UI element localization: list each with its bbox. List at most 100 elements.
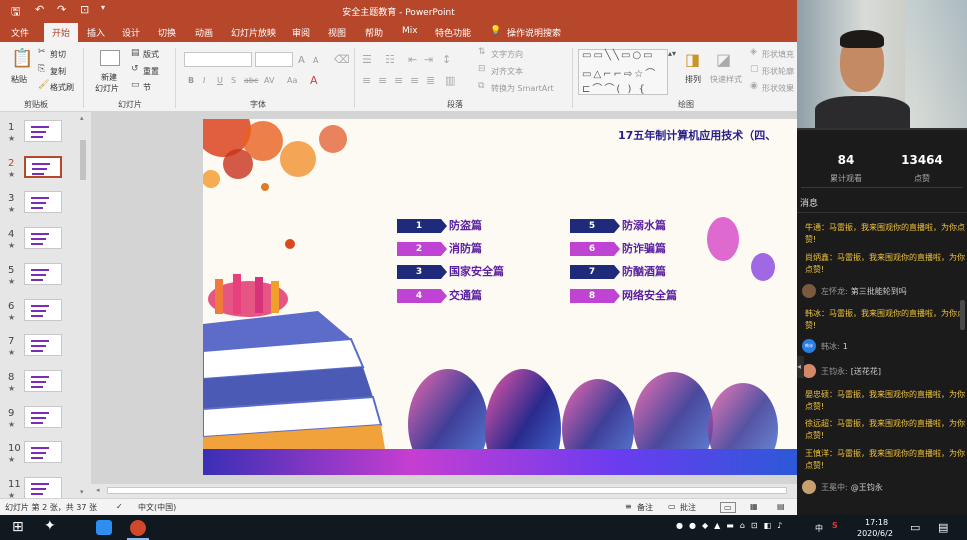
arrange-button[interactable]: 排列 xyxy=(685,74,701,85)
ime-indicator[interactable]: 中 xyxy=(815,523,823,534)
bullets-icon[interactable]: ☰ xyxy=(362,54,372,65)
clock-date[interactable]: 2020/6/2 xyxy=(857,529,893,538)
line-spacing-icon[interactable]: ↕ xyxy=(442,54,451,65)
tab-insert[interactable]: 插入 xyxy=(87,26,105,39)
align-center-icon[interactable]: ≡ xyxy=(378,75,387,86)
slide-thumbnail[interactable] xyxy=(24,369,62,392)
tab-animations[interactable]: 动画 xyxy=(195,26,213,39)
calendar-app-icon[interactable] xyxy=(96,520,112,535)
copy-button[interactable]: 复制 xyxy=(50,66,66,77)
scroll-left-icon[interactable]: ◂ xyxy=(96,486,100,494)
user-avatar[interactable]: 韩冰 xyxy=(802,339,816,353)
align-text-button[interactable]: 对齐文本 xyxy=(491,66,523,77)
scroll-thumb[interactable] xyxy=(80,140,86,180)
cut-button[interactable]: 剪切 xyxy=(50,49,66,60)
windows-start-icon[interactable]: ⊞ xyxy=(12,519,24,535)
tab-home[interactable]: 开始 xyxy=(44,23,79,42)
tell-me-search[interactable]: 操作说明搜索 xyxy=(507,26,561,39)
font-size-select[interactable] xyxy=(255,52,293,67)
slide-thumbnail[interactable] xyxy=(24,120,62,142)
quick-styles-button[interactable]: 快速样式 xyxy=(710,74,742,85)
slide-horizontal-scrollbar[interactable]: ◂ xyxy=(91,484,797,498)
slide-thumbnail[interactable] xyxy=(24,334,62,357)
tab-file[interactable]: 文件 xyxy=(11,26,29,39)
shrink-font-button[interactable]: A xyxy=(313,56,318,65)
slide-thumbnail[interactable] xyxy=(24,262,62,285)
tab-review[interactable]: 审阅 xyxy=(292,26,310,39)
align-left-icon[interactable]: ≡ xyxy=(362,75,371,86)
slide-sorter-icon[interactable]: ▦ xyxy=(750,502,758,511)
section-button[interactable]: 节 xyxy=(143,82,151,93)
powerpoint-taskbar-icon[interactable] xyxy=(130,520,146,536)
tab-slideshow[interactable]: 幻灯片放映 xyxy=(231,26,276,39)
system-tray-icons[interactable]: ●●◆▲▬⌂⊡◧♪ xyxy=(676,521,788,530)
numbering-icon[interactable]: ☷ xyxy=(385,54,395,65)
sogou-ime-icon[interactable]: S xyxy=(832,521,838,530)
slide-thumbnail[interactable] xyxy=(24,155,62,178)
language-status[interactable]: 中文(中国) xyxy=(138,502,176,513)
new-slide-button-label[interactable]: 幻灯片 xyxy=(95,83,119,94)
user-avatar[interactable] xyxy=(802,480,816,494)
arrange-icon[interactable]: ◨ xyxy=(685,52,700,68)
normal-view-icon[interactable]: ▭ xyxy=(720,502,736,513)
shape-fill-button[interactable]: 形状填充 xyxy=(762,49,794,60)
text-direction-button[interactable]: 文字方向 xyxy=(491,49,523,60)
notification-icon[interactable]: ▤ xyxy=(938,521,948,534)
text-shadow-button[interactable]: S xyxy=(231,76,236,85)
increase-indent-icon[interactable]: ⇥ xyxy=(424,54,433,65)
new-slide-button[interactable]: 新建 xyxy=(101,72,117,83)
font-name-select[interactable] xyxy=(184,52,252,67)
tab-mix[interactable]: Mix xyxy=(402,26,418,36)
spellcheck-icon[interactable]: ✓ xyxy=(116,502,123,511)
align-right-icon[interactable]: ≡ xyxy=(394,75,403,86)
shapes-gallery[interactable]: ▭▭╲╲▭○▭ ▭△⌐⌐⇨☆⌒ ⊏⌒⌒( ) { xyxy=(578,49,668,95)
distributed-icon[interactable]: ≣ xyxy=(426,75,435,86)
clock-time[interactable]: 17:18 xyxy=(865,518,888,527)
shapes-row-3-icon[interactable]: ⊏⌒⌒( ) { xyxy=(582,80,647,95)
reset-button[interactable]: 重置 xyxy=(143,66,159,77)
tab-help[interactable]: 帮助 xyxy=(365,26,383,39)
slide-thumbnail[interactable] xyxy=(24,191,62,214)
collapse-panel-icon[interactable]: ◂ xyxy=(797,356,804,378)
slide-thumbnail[interactable] xyxy=(24,405,62,428)
strikethrough-button[interactable]: abc xyxy=(244,76,258,85)
message-scrollbar[interactable] xyxy=(960,300,965,330)
app-icon[interactable]: ✦ xyxy=(44,518,56,534)
task-view-icon[interactable]: ▭ xyxy=(910,521,920,534)
user-avatar[interactable] xyxy=(802,364,816,378)
slide-thumbnail[interactable] xyxy=(24,477,62,499)
horizontal-scroll-thumb[interactable] xyxy=(107,487,787,494)
underline-button[interactable]: U xyxy=(217,76,223,85)
tab-transitions[interactable]: 切换 xyxy=(158,26,176,39)
columns-icon[interactable]: ▥ xyxy=(445,75,455,86)
paste-button[interactable]: 粘贴 xyxy=(11,74,27,85)
bold-button[interactable]: B xyxy=(188,76,194,85)
comments-button[interactable]: 批注 xyxy=(680,502,696,513)
shape-effects-button[interactable]: 形状效果 xyxy=(762,83,794,94)
italic-button[interactable]: I xyxy=(203,76,205,85)
layout-button[interactable]: 版式 xyxy=(143,49,159,60)
notes-button[interactable]: 备注 xyxy=(637,502,653,513)
grow-font-button[interactable]: A xyxy=(298,55,305,66)
slide-thumbnail[interactable] xyxy=(24,298,62,321)
change-case-button[interactable]: Aa xyxy=(287,76,297,85)
new-slide-icon[interactable] xyxy=(100,50,120,66)
scroll-down-icon[interactable]: ▾ xyxy=(80,488,84,496)
decrease-indent-icon[interactable]: ⇤ xyxy=(408,54,417,65)
justify-icon[interactable]: ≡ xyxy=(410,75,419,86)
tab-design[interactable]: 设计 xyxy=(122,26,140,39)
paste-icon[interactable]: 📋 xyxy=(11,50,33,68)
clear-format-icon[interactable]: ⌫ xyxy=(334,54,350,65)
quick-styles-icon[interactable]: ◪ xyxy=(716,52,731,68)
scroll-up-icon[interactable]: ▴ xyxy=(80,114,84,122)
thumbnail-scrollbar[interactable]: ▴ ▾ xyxy=(78,112,88,498)
slide-thumbnail[interactable] xyxy=(24,441,62,464)
shapes-row-2-icon[interactable]: ▭△⌐⌐⇨☆⌒ xyxy=(582,65,657,80)
shape-outline-button[interactable]: 形状轮廓 xyxy=(762,66,794,77)
format-painter-button[interactable]: 格式刷 xyxy=(50,82,74,93)
current-slide[interactable]: 17五年制计算机应用技术（四、 1 防盗篇 2 消防篇 3 国家安全篇 4 交通篇 5 防溺水篇 6… xyxy=(203,119,797,475)
gallery-scroll-icon[interactable]: ▴▾ xyxy=(668,50,676,58)
user-avatar[interactable] xyxy=(802,284,816,298)
tab-features[interactable]: 特色功能 xyxy=(435,26,471,39)
char-spacing-button[interactable]: AV xyxy=(264,76,274,85)
